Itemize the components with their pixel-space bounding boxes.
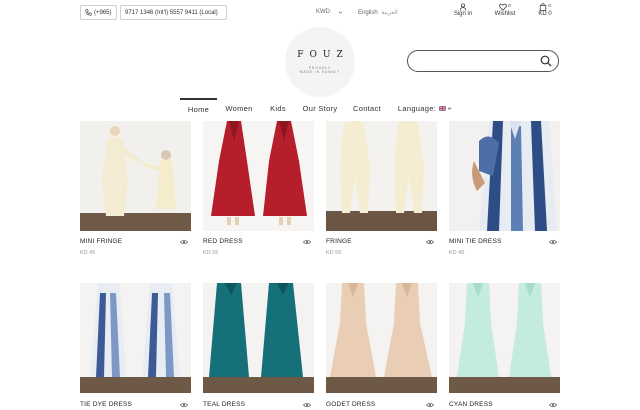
- product-image[interactable]: [326, 121, 437, 231]
- product-card[interactable]: TIE DYE DRESS: [80, 283, 191, 410]
- nav-language-label: Language:: [397, 103, 437, 113]
- product-card[interactable]: FRINGE KD 55: [326, 121, 437, 261]
- product-name[interactable]: CYAN DRESS: [449, 401, 493, 408]
- product-image[interactable]: [203, 283, 314, 393]
- eye-icon[interactable]: [180, 402, 188, 408]
- eye-icon[interactable]: [180, 239, 188, 245]
- language-switch: English العربية: [358, 9, 398, 16]
- shopping-bag-icon: [540, 3, 547, 11]
- nav-contact-label: Contact: [353, 103, 381, 113]
- product-image[interactable]: [80, 121, 191, 231]
- heart-icon: [499, 3, 508, 11]
- wishlist-link[interactable]: 0 Wishlist: [492, 3, 518, 17]
- nav-women[interactable]: Women: [222, 98, 256, 118]
- product-image[interactable]: [80, 283, 191, 393]
- wishlist-count: 0: [508, 3, 511, 8]
- product-price: KD 45: [449, 250, 465, 256]
- nav-story-label: Our Story: [302, 103, 338, 113]
- product-price: KD 45: [80, 250, 96, 256]
- signin-label: Sign in: [453, 11, 473, 17]
- product-name[interactable]: RED DRESS: [203, 238, 243, 245]
- product-card[interactable]: TEAL DRESS: [203, 283, 314, 410]
- phone-numbers: 9717 1346 (Int'l) 5557 9411 (Local): [125, 9, 218, 16]
- product-name[interactable]: TIE DYE DRESS: [80, 401, 132, 408]
- nav-kids[interactable]: Kids: [266, 98, 290, 118]
- phone-numbers-box[interactable]: 9717 1346 (Int'l) 5557 9411 (Local): [120, 5, 227, 20]
- language-english-link[interactable]: English: [358, 10, 378, 16]
- language-arabic-link[interactable]: العربية: [381, 10, 397, 16]
- nav-home[interactable]: Home: [180, 98, 217, 118]
- nav-women-label: Women: [225, 103, 253, 113]
- search-icon[interactable]: [540, 55, 552, 67]
- product-card[interactable]: GODET DRESS: [326, 283, 437, 410]
- product-card[interactable]: MINI FRINGE KD 45: [80, 121, 191, 261]
- search-bar: [407, 50, 559, 72]
- eye-icon[interactable]: [426, 402, 434, 408]
- product-image[interactable]: [203, 121, 314, 231]
- logo-name: FOUZ: [297, 50, 349, 60]
- cart-count: 0: [548, 3, 551, 8]
- logo-tagline: PROUDLY MADE IN KUWAIT: [300, 66, 340, 74]
- main-nav: Home Women Kids Our Story Contact Langua…: [0, 98, 640, 118]
- chevron-down-icon: [338, 11, 343, 14]
- search-input[interactable]: [416, 54, 536, 68]
- uk-flag-icon: [439, 105, 447, 111]
- product-name[interactable]: FRINGE: [326, 238, 352, 245]
- cart-total: KD 0: [538, 11, 552, 17]
- eye-icon[interactable]: [426, 239, 434, 245]
- nav-home-label: Home: [187, 104, 210, 114]
- product-name[interactable]: MINI TIE DRESS: [449, 238, 502, 245]
- brand-logo[interactable]: FOUZ PROUDLY MADE IN KUWAIT: [285, 27, 355, 97]
- product-card[interactable]: MINI TIE DRESS KD 45: [449, 121, 560, 261]
- country-code: (+965): [94, 9, 112, 16]
- eye-icon[interactable]: [303, 402, 311, 408]
- signin-link[interactable]: Sign in: [452, 3, 474, 17]
- chevron-down-icon: [447, 107, 452, 110]
- eye-icon[interactable]: [549, 402, 557, 408]
- logo-tagline-line-2: MADE IN KUWAIT: [299, 70, 341, 74]
- nav-kids-label: Kids: [270, 103, 286, 113]
- product-card[interactable]: CYAN DRESS: [449, 283, 560, 410]
- product-name[interactable]: TEAL DRESS: [203, 401, 245, 408]
- currency-select[interactable]: KWD: [316, 9, 343, 15]
- wishlist-label: Wishlist: [494, 11, 516, 17]
- product-card[interactable]: RED DRESS KD 55: [203, 121, 314, 261]
- user-icon: [459, 3, 467, 11]
- product-image[interactable]: [449, 283, 560, 393]
- phone-icon: [85, 9, 92, 16]
- nav-language[interactable]: Language:: [394, 98, 456, 118]
- cart-link[interactable]: 0 KD 0: [536, 3, 554, 17]
- nav-our-story[interactable]: Our Story: [300, 98, 340, 118]
- product-name[interactable]: MINI FRINGE: [80, 238, 122, 245]
- product-name[interactable]: GODET DRESS: [326, 401, 375, 408]
- nav-contact[interactable]: Contact: [350, 98, 384, 118]
- product-image[interactable]: [326, 283, 437, 393]
- currency-label: KWD: [316, 9, 330, 15]
- product-price: KD 55: [326, 250, 342, 256]
- top-bar: (+965) 9717 1346 (Int'l) 5557 9411 (Loca…: [0, 0, 640, 26]
- eye-icon[interactable]: [303, 239, 311, 245]
- product-image[interactable]: [449, 121, 560, 231]
- eye-icon[interactable]: [549, 239, 557, 245]
- product-price: KD 55: [203, 250, 219, 256]
- country-code-box[interactable]: (+965): [80, 5, 117, 20]
